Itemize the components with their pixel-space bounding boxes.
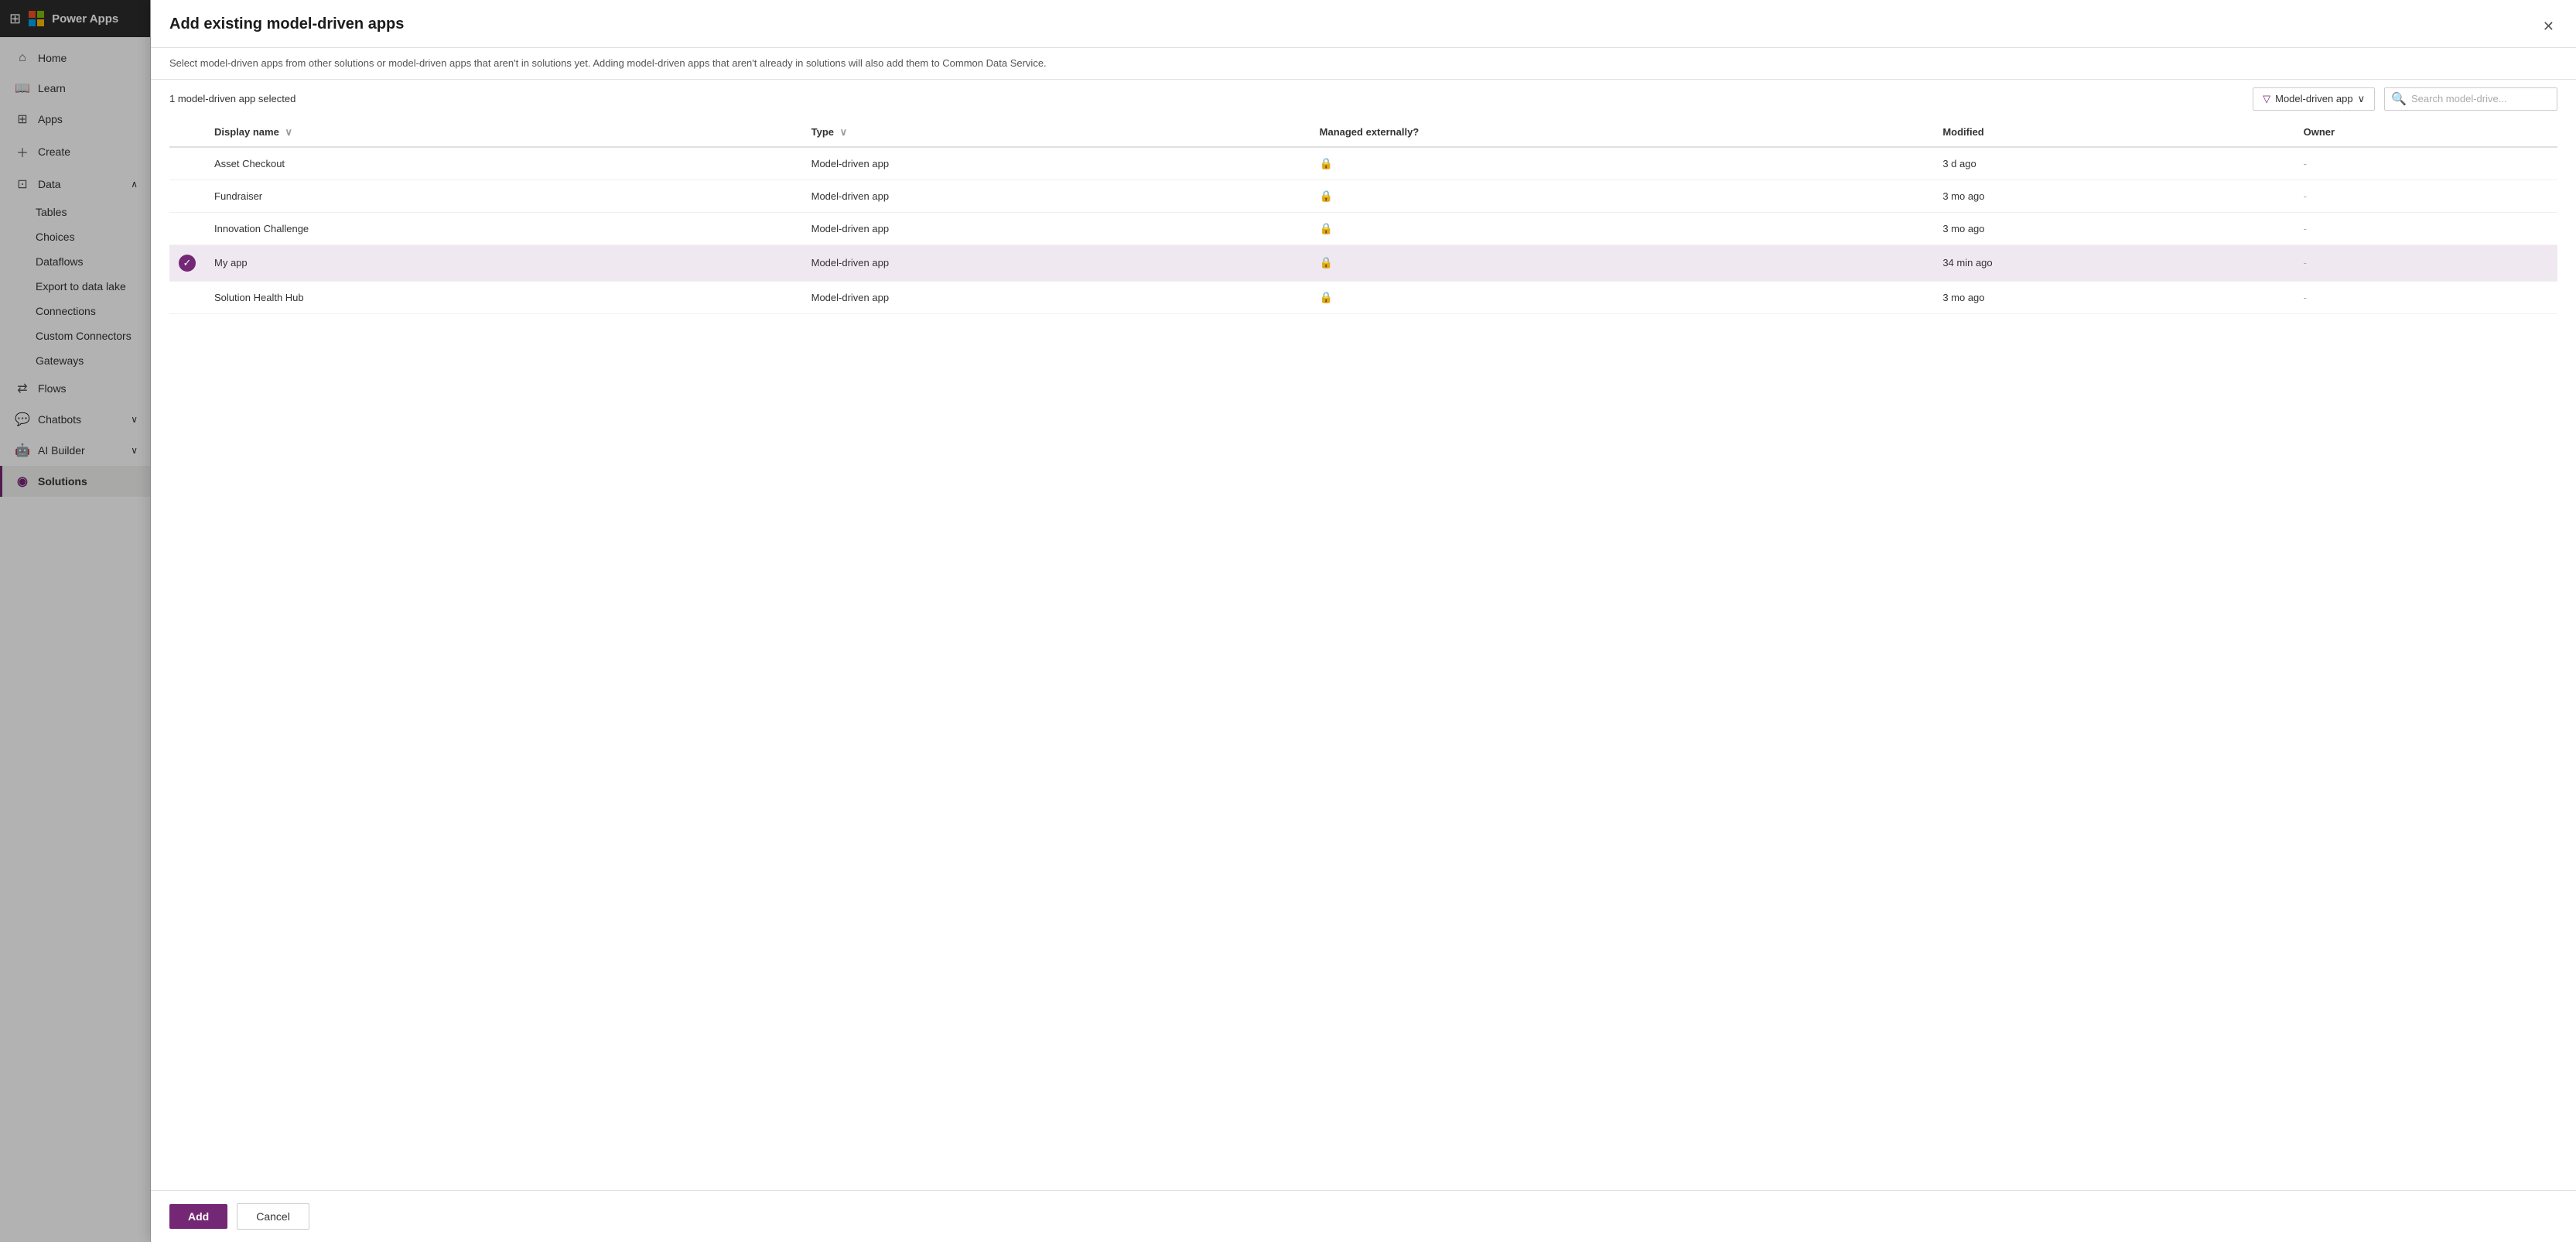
search-icon: 🔍 — [2391, 91, 2407, 107]
filter-button[interactable]: ▽ Model-driven app ∨ — [2253, 87, 2375, 111]
panel-description: Select model-driven apps from other solu… — [151, 48, 2576, 80]
row-name: My app — [205, 245, 802, 281]
selected-count: 1 model-driven app selected — [169, 93, 2243, 104]
row-modified: 3 mo ago — [1933, 212, 2294, 245]
row-owner: - — [2294, 147, 2557, 180]
sort-arrow-type: ∨ — [840, 126, 848, 138]
col-display-name[interactable]: Display name ∨ — [205, 118, 802, 147]
row-modified: 3 mo ago — [1933, 180, 2294, 212]
row-managed: 🔒 — [1310, 147, 1934, 180]
row-name: Solution Health Hub — [205, 281, 802, 313]
row-managed: 🔒 — [1310, 245, 1934, 281]
row-name: Asset Checkout — [205, 147, 802, 180]
filter-label: Model-driven app — [2275, 93, 2352, 104]
row-check-cell[interactable] — [169, 212, 205, 245]
row-modified: 3 d ago — [1933, 147, 2294, 180]
row-name: Innovation Challenge — [205, 212, 802, 245]
lock-icon: 🔒 — [1320, 291, 1333, 303]
col-owner: Owner — [2294, 118, 2557, 147]
panel-header: Add existing model-driven apps ✕ — [151, 0, 2576, 48]
row-type: Model-driven app — [802, 281, 1310, 313]
row-managed: 🔒 — [1310, 180, 1934, 212]
cancel-button[interactable]: Cancel — [237, 1203, 309, 1230]
row-check-cell[interactable] — [169, 180, 205, 212]
row-modified: 34 min ago — [1933, 245, 2294, 281]
col-type[interactable]: Type ∨ — [802, 118, 1310, 147]
col-managed: Managed externally? — [1310, 118, 1934, 147]
lock-icon: 🔒 — [1320, 190, 1333, 202]
row-owner: - — [2294, 281, 2557, 313]
table-check-header — [169, 118, 205, 147]
sort-arrow-name: ∨ — [285, 126, 292, 138]
col-modified: Modified — [1933, 118, 2294, 147]
panel-toolbar: 1 model-driven app selected ▽ Model-driv… — [151, 80, 2576, 118]
search-box: 🔍 — [2384, 87, 2557, 111]
table-row[interactable]: Solution Health HubModel-driven app 🔒 3 mo… — [169, 281, 2557, 313]
lock-icon: 🔒 — [1320, 222, 1333, 234]
row-check-cell[interactable] — [169, 281, 205, 313]
row-type: Model-driven app — [802, 212, 1310, 245]
row-managed: 🔒 — [1310, 281, 1934, 313]
row-modified: 3 mo ago — [1933, 281, 2294, 313]
panel-footer: Add Cancel — [151, 1190, 2576, 1242]
table-row[interactable]: Asset CheckoutModel-driven app 🔒 3 d ago- — [169, 147, 2557, 180]
row-type: Model-driven app — [802, 180, 1310, 212]
row-owner: - — [2294, 212, 2557, 245]
table-row[interactable]: ✓ My appModel-driven app 🔒 34 min ago- — [169, 245, 2557, 281]
search-input[interactable] — [2411, 93, 2550, 104]
row-type: Model-driven app — [802, 147, 1310, 180]
filter-icon: ▽ — [2263, 93, 2270, 105]
row-owner: - — [2294, 180, 2557, 212]
row-check-cell[interactable]: ✓ — [169, 245, 205, 281]
row-name: Fundraiser — [205, 180, 802, 212]
row-check-cell[interactable] — [169, 147, 205, 180]
panel-title: Add existing model-driven apps — [169, 15, 2530, 33]
lock-icon: 🔒 — [1320, 256, 1333, 269]
add-button[interactable]: Add — [169, 1204, 227, 1229]
table-row[interactable]: Innovation ChallengeModel-driven app 🔒 3 m… — [169, 212, 2557, 245]
row-type: Model-driven app — [802, 245, 1310, 281]
lock-icon: 🔒 — [1320, 157, 1333, 169]
close-button[interactable]: ✕ — [2540, 15, 2557, 38]
check-circle-icon: ✓ — [179, 255, 196, 272]
filter-chevron-icon: ∨ — [2358, 93, 2366, 105]
row-owner: - — [2294, 245, 2557, 281]
dialog-panel: Add existing model-driven apps ✕ Select … — [151, 0, 2576, 1242]
table-row[interactable]: FundraiserModel-driven app 🔒 3 mo ago- — [169, 180, 2557, 212]
apps-table: Display name ∨ Type ∨ Managed externally… — [151, 118, 2576, 1191]
row-managed: 🔒 — [1310, 212, 1934, 245]
